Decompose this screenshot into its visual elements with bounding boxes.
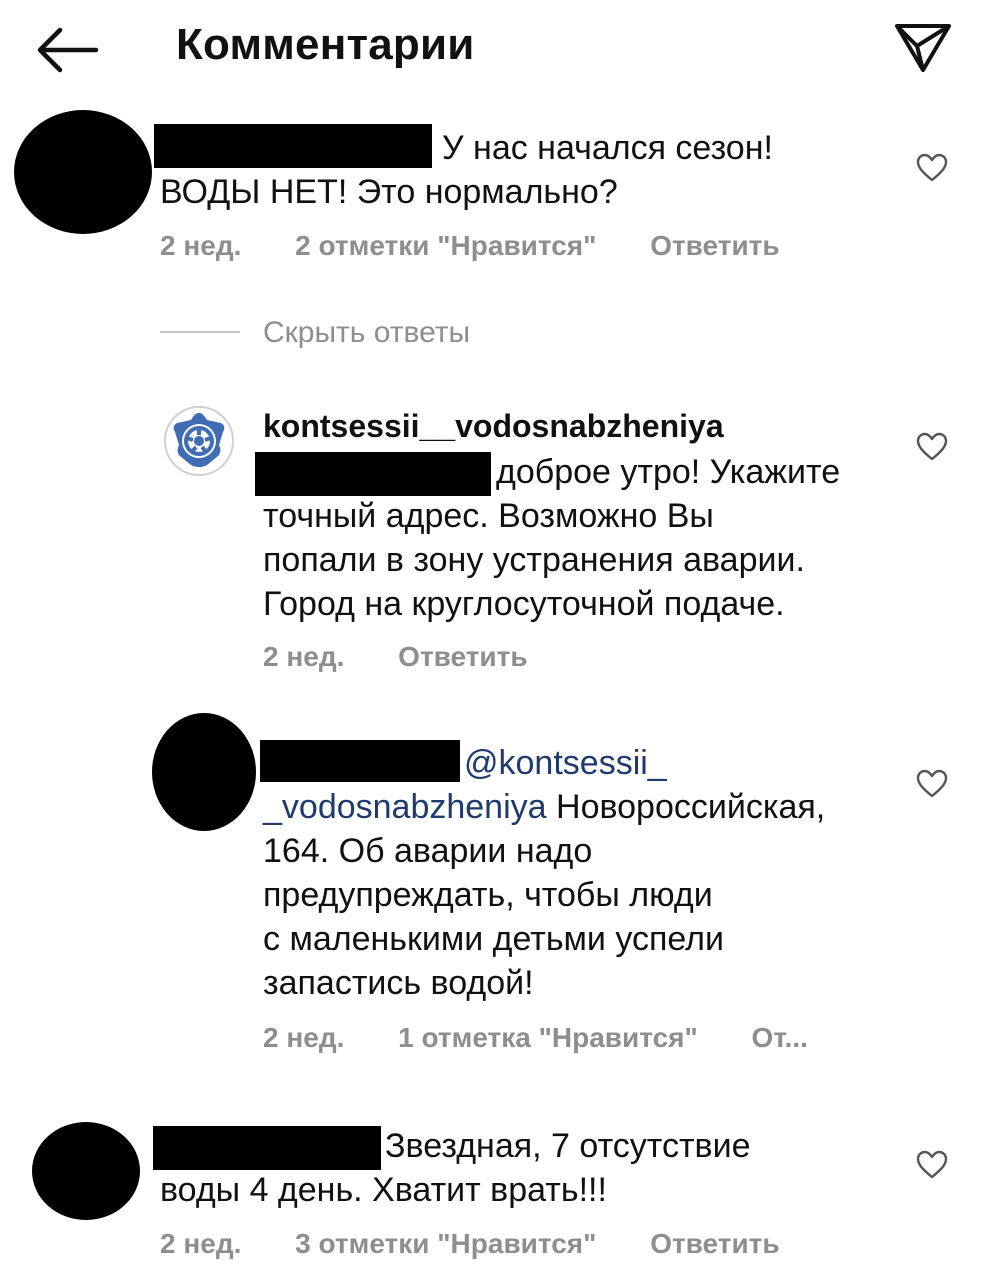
reply-text: запастись водой! xyxy=(263,964,534,1002)
paper-plane-icon xyxy=(895,24,951,72)
comment-time: 2 нед. xyxy=(160,1228,242,1259)
reply-text: попали в зону устранения аварии. xyxy=(263,541,805,579)
like-count-button[interactable]: 1 отметка "Нравится" xyxy=(398,1022,698,1054)
like-count-button[interactable]: 3 отметки "Нравится" xyxy=(295,1228,596,1260)
reply-text: предупреждать, чтобы люди xyxy=(263,876,713,914)
mention-link[interactable]: _vodosnabzheniya xyxy=(263,788,547,826)
reply-button[interactable]: Ответить xyxy=(650,1228,779,1260)
like-count-button[interactable]: 2 отметки "Нравится" xyxy=(295,230,596,262)
redacted-username xyxy=(255,452,491,496)
comment-meta: 2 нед. 3 отметки "Нравится" Ответить xyxy=(160,1228,780,1260)
back-button[interactable] xyxy=(36,24,100,76)
comment-time: 2 нед. xyxy=(160,230,242,261)
heart-outline-icon[interactable] xyxy=(916,153,948,183)
avatar[interactable] xyxy=(14,110,152,234)
arrow-left-icon xyxy=(37,27,99,73)
reply-meta: 2 нед. Ответить xyxy=(263,641,528,673)
reply-time: 2 нед. xyxy=(263,641,345,672)
share-button[interactable] xyxy=(893,20,953,74)
reply-time: 2 нед. xyxy=(263,1022,345,1053)
reply-button[interactable]: От... xyxy=(752,1022,808,1054)
org-avatar[interactable] xyxy=(163,405,235,477)
reply-username[interactable]: kontsessii__vodosnabzheniya xyxy=(263,408,724,445)
valve-wheel-icon xyxy=(164,406,234,476)
reply-meta: 2 нед. 1 отметка "Нравится" От... xyxy=(263,1022,808,1054)
redacted-username xyxy=(154,124,432,168)
heart-outline-icon[interactable] xyxy=(916,769,948,799)
heart-outline-icon[interactable] xyxy=(916,1150,948,1180)
comment-text: воды 4 день. Хватит врать!!! xyxy=(160,1171,607,1209)
reply-text: Город на круглосуточной подаче. xyxy=(263,585,785,623)
comment-text: У нас начался сезон! xyxy=(442,129,773,167)
page-title: Комментарии xyxy=(176,20,475,69)
mention-link[interactable]: @kontsessii_ xyxy=(464,741,667,785)
redacted-username xyxy=(153,1126,381,1170)
redacted-username xyxy=(260,740,460,782)
reply-text: с маленькими детьми успели xyxy=(263,920,725,958)
reply-text: точный адрес. Возможно Вы xyxy=(263,497,714,535)
avatar[interactable] xyxy=(32,1122,140,1220)
reply-button[interactable]: Ответить xyxy=(650,230,779,262)
reply-text: Новороссийская, xyxy=(546,788,826,826)
reply-text: 164. Об аварии надо xyxy=(263,832,593,870)
comment-meta: 2 нед. 2 отметки "Нравится" Ответить xyxy=(160,230,780,262)
reply-button[interactable]: Ответить xyxy=(398,641,527,673)
comment-text: Звездная, 7 отсутствие xyxy=(385,1127,751,1165)
reply-text-line: _vodosnabzheniya Новороссийская, xyxy=(263,785,825,829)
comment-text: ВОДЫ НЕТ! Это нормально? xyxy=(160,173,618,211)
hide-replies-divider xyxy=(160,331,240,333)
reply-text: доброе утро! Укажите xyxy=(496,453,841,491)
avatar[interactable] xyxy=(152,713,256,831)
hide-replies-button[interactable]: Скрыть ответы xyxy=(263,316,470,350)
heart-outline-icon[interactable] xyxy=(916,432,948,462)
